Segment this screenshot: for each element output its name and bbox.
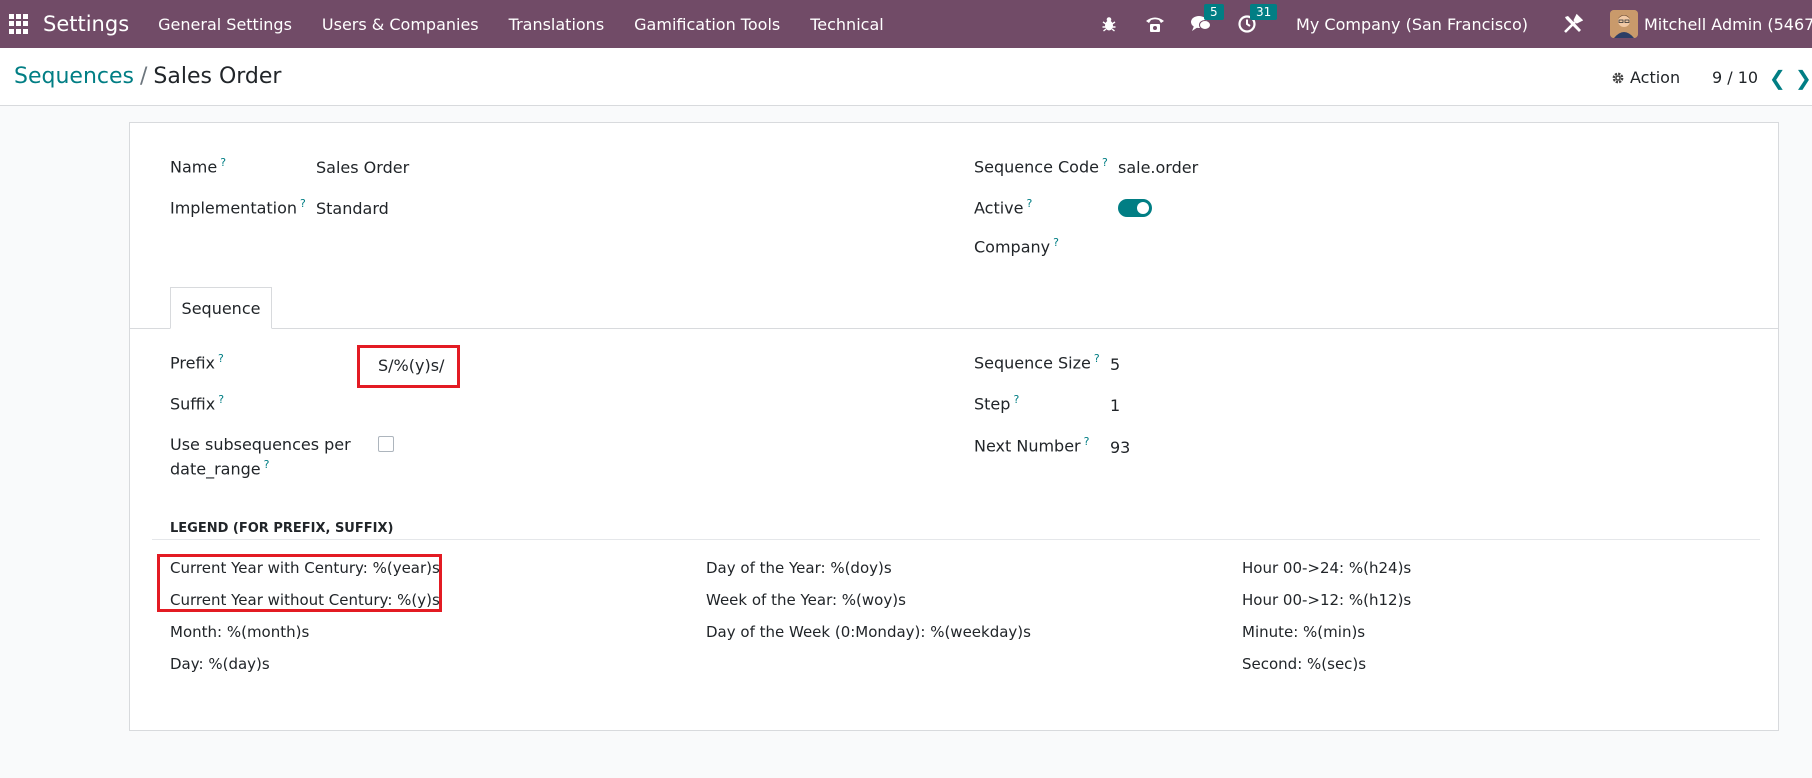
help-tooltip-icon[interactable]: ? — [220, 156, 226, 169]
legend-divider — [152, 539, 1760, 540]
legend-item: Hour 00->24: %(h24)s — [1242, 559, 1412, 577]
menu-users-companies[interactable]: Users & Companies — [307, 15, 494, 34]
activities-badge: 31 — [1250, 4, 1278, 20]
pager-next-icon[interactable]: ❯ — [1795, 66, 1812, 90]
pager-value[interactable]: 9 / 10 — [1712, 68, 1758, 87]
gear-icon — [1612, 72, 1624, 83]
help-tooltip-icon[interactable]: ? — [1094, 352, 1100, 365]
help-tooltip-icon[interactable]: ? — [300, 197, 306, 210]
activities-clock-icon[interactable]: 31 — [1236, 4, 1278, 35]
tools-icon[interactable] — [1562, 13, 1584, 35]
pager-previous-icon[interactable]: ❮ — [1769, 66, 1786, 90]
help-tooltip-icon[interactable]: ? — [264, 458, 270, 471]
breadcrumb-separator: / — [139, 64, 148, 89]
subsequences-checkbox[interactable] — [378, 436, 394, 452]
breadcrumb-current: Sales Order — [153, 64, 282, 89]
legend-item: Hour 00->12: %(h12)s — [1242, 591, 1412, 609]
messages-icon[interactable]: 5 — [1190, 4, 1224, 35]
company-label: Company? — [974, 236, 1059, 257]
menu-technical[interactable]: Technical — [795, 15, 898, 34]
apps-menu-icon[interactable] — [9, 14, 29, 34]
sequence-code-label: Sequence Code? — [974, 156, 1108, 177]
control-panel: Sequences / Sales Order Action 9 / 10 ❮ ❯ — [0, 48, 1812, 106]
legend-item: Day: %(day)s — [170, 655, 270, 673]
legend-item: Current Year without Century: %(y)s — [170, 591, 440, 609]
prefix-label: Prefix? — [170, 352, 224, 373]
name-field[interactable]: Sales Order — [316, 158, 409, 177]
menu-gamification-tools[interactable]: Gamification Tools — [619, 15, 795, 34]
step-label: Step? — [974, 393, 1020, 414]
prefix-field[interactable]: S/%(y)s/ — [378, 356, 444, 375]
menu-general-settings[interactable]: General Settings — [143, 15, 307, 34]
sequence-code-field[interactable]: sale.order — [1118, 158, 1198, 177]
help-tooltip-icon[interactable]: ? — [1027, 197, 1033, 210]
sequence-size-field[interactable]: 5 — [1110, 355, 1120, 374]
help-tooltip-icon[interactable]: ? — [218, 352, 224, 365]
form-sheet: Name? Sales Order Implementation? Standa… — [129, 122, 1779, 731]
company-switcher[interactable]: My Company (San Francisco) — [1296, 15, 1528, 34]
app-name[interactable]: Settings — [43, 12, 129, 36]
action-label: Action — [1630, 68, 1681, 87]
user-avatar[interactable] — [1610, 10, 1638, 38]
messages-badge: 5 — [1204, 4, 1224, 20]
legend-title: LEGEND (FOR PREFIX, SUFFIX) — [170, 521, 394, 536]
active-label: Active? — [974, 197, 1033, 218]
name-label: Name? — [170, 156, 227, 177]
debug-bug-icon[interactable] — [1098, 13, 1120, 35]
top-navbar: Settings General Settings Users & Compan… — [0, 0, 1812, 48]
help-tooltip-icon[interactable]: ? — [1102, 156, 1108, 169]
implementation-field[interactable]: Standard — [316, 199, 389, 218]
next-number-field[interactable]: 93 — [1110, 438, 1130, 457]
help-tooltip-icon[interactable]: ? — [1053, 236, 1059, 249]
legend-item: Week of the Year: %(woy)s — [706, 591, 906, 609]
implementation-label: Implementation? — [170, 197, 306, 218]
user-menu[interactable]: Mitchell Admin (546745 — [1644, 15, 1812, 34]
subsequences-label-line1: Use subsequences per — [170, 435, 351, 454]
suffix-label: Suffix? — [170, 393, 225, 414]
tab-divider — [130, 328, 1778, 329]
tab-sequence[interactable]: Sequence — [170, 287, 272, 329]
action-button[interactable]: Action — [1611, 68, 1680, 87]
sequence-size-label: Sequence Size? — [974, 352, 1100, 373]
help-tooltip-icon[interactable]: ? — [218, 393, 224, 406]
next-number-label: Next Number? — [974, 435, 1090, 456]
subsequences-label-line2: date_range? — [170, 458, 270, 479]
legend-item: Minute: %(min)s — [1242, 623, 1366, 641]
legend-item: Current Year with Century: %(year)s — [170, 559, 440, 577]
active-toggle[interactable] — [1118, 199, 1152, 217]
breadcrumb-sequences-link[interactable]: Sequences — [14, 64, 134, 89]
legend-item: Month: %(month)s — [170, 623, 310, 641]
legend-item: Day of the Week (0:Monday): %(weekday)s — [706, 623, 1031, 641]
help-tooltip-icon[interactable]: ? — [1013, 393, 1019, 406]
breadcrumb: Sequences / Sales Order — [14, 64, 281, 89]
step-field[interactable]: 1 — [1110, 396, 1120, 415]
legend-item: Second: %(sec)s — [1242, 655, 1367, 673]
phone-icon[interactable] — [1144, 13, 1166, 35]
help-tooltip-icon[interactable]: ? — [1084, 435, 1090, 448]
menu-translations[interactable]: Translations — [494, 15, 620, 34]
legend-item: Day of the Year: %(doy)s — [706, 559, 892, 577]
